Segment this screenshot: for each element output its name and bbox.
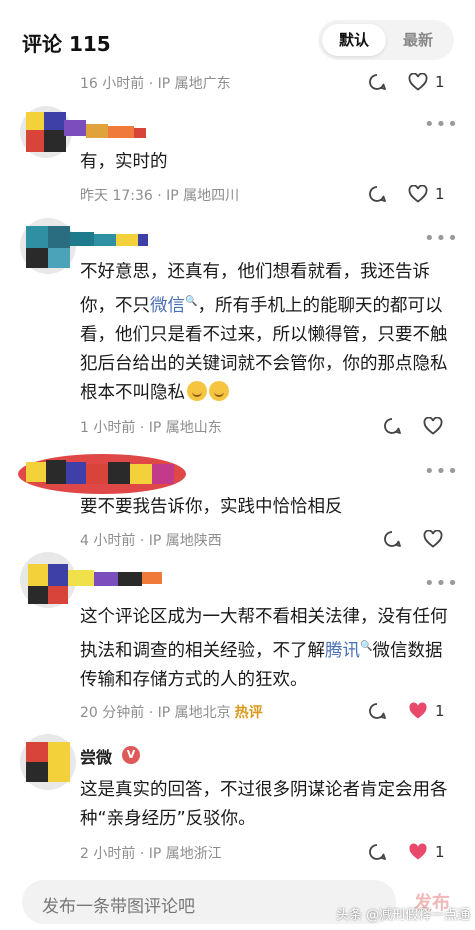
reply-icon[interactable] [383,417,401,435]
comment-text: 不好意思，还真有，他们想看就看，我还告诉你，不只微信🔍，所有手机上的能聊天的都可… [80,262,448,403]
reply-icon[interactable] [368,843,386,861]
search-icon: 🔍 [185,296,198,307]
comments-header: 评论 115 默认 最新 [0,0,475,70]
like-icon[interactable] [423,530,443,548]
like-count: 1 [435,73,445,91]
like-count: 1 [435,185,445,203]
reply-icon[interactable] [368,73,386,91]
verified-badge-icon: V [122,746,140,764]
liked-heart-icon[interactable] [408,702,428,720]
search-icon: 🔍 [360,641,373,652]
username[interactable]: 尝微 [80,744,112,768]
comment-meta: 2 小时前 · IP 属地浙江 [80,846,222,862]
tab-default[interactable]: 默认 [322,24,386,56]
avatar[interactable] [18,732,78,792]
comment-text: 这个评论区成为一大帮不看相关法律，没有任何执法和调查的相关经验，不了解腾讯🔍微信… [80,607,448,690]
comment-input-placeholder: 发布一条带图评论吧 [42,897,195,917]
comments-title: 评论 115 [22,32,111,56]
watermark: 头条 @减刑假释一点通 [336,908,471,923]
avatar[interactable] [16,452,188,496]
like-icon[interactable] [423,417,443,435]
topic-link-tencent[interactable]: 腾讯🔍 [325,641,372,661]
more-options-icon[interactable]: ••• [424,575,459,593]
topic-link-wechat[interactable]: 微信🔍 [150,296,197,316]
like-count: 1 [435,702,445,720]
like-icon[interactable] [408,185,428,203]
liked-heart-icon[interactable] [408,843,428,861]
hot-comment-badge: 热评 [234,705,263,721]
comment-meta: 昨天 17:36 · IP 属地四川 [80,188,240,204]
like-icon[interactable] [408,73,428,91]
comment-meta: 4 小时前 · IP 属地陕西 [80,533,222,549]
reply-icon[interactable] [368,702,386,720]
comment-meta: 16 小时前 · IP 属地广东 [80,76,231,92]
more-options-icon[interactable]: ••• [424,230,459,248]
emoji-icon [187,380,207,401]
avatar[interactable] [18,550,170,610]
like-count: 1 [435,843,445,861]
more-options-icon[interactable]: ••• [424,116,459,134]
emoji-icon [209,380,229,401]
sort-toggle: 默认 最新 [318,20,454,60]
comment-meta: 20 分钟前 · IP 属地北京 热评 [80,705,263,721]
comment-text: 要不要我告诉你，实践中恰恰相反 [80,497,343,517]
comment-meta: 1 小时前 · IP 属地山东 [80,420,222,436]
comment-text: 这是真实的回答，不过很多阴谋论者肯定会用各种“亲身经历”反驳你。 [80,780,448,829]
more-options-icon[interactable]: ••• [424,463,459,481]
reply-icon[interactable] [383,530,401,548]
comment-text: 有，实时的 [80,152,168,172]
reply-icon[interactable] [368,185,386,203]
tab-latest[interactable]: 最新 [386,24,450,56]
